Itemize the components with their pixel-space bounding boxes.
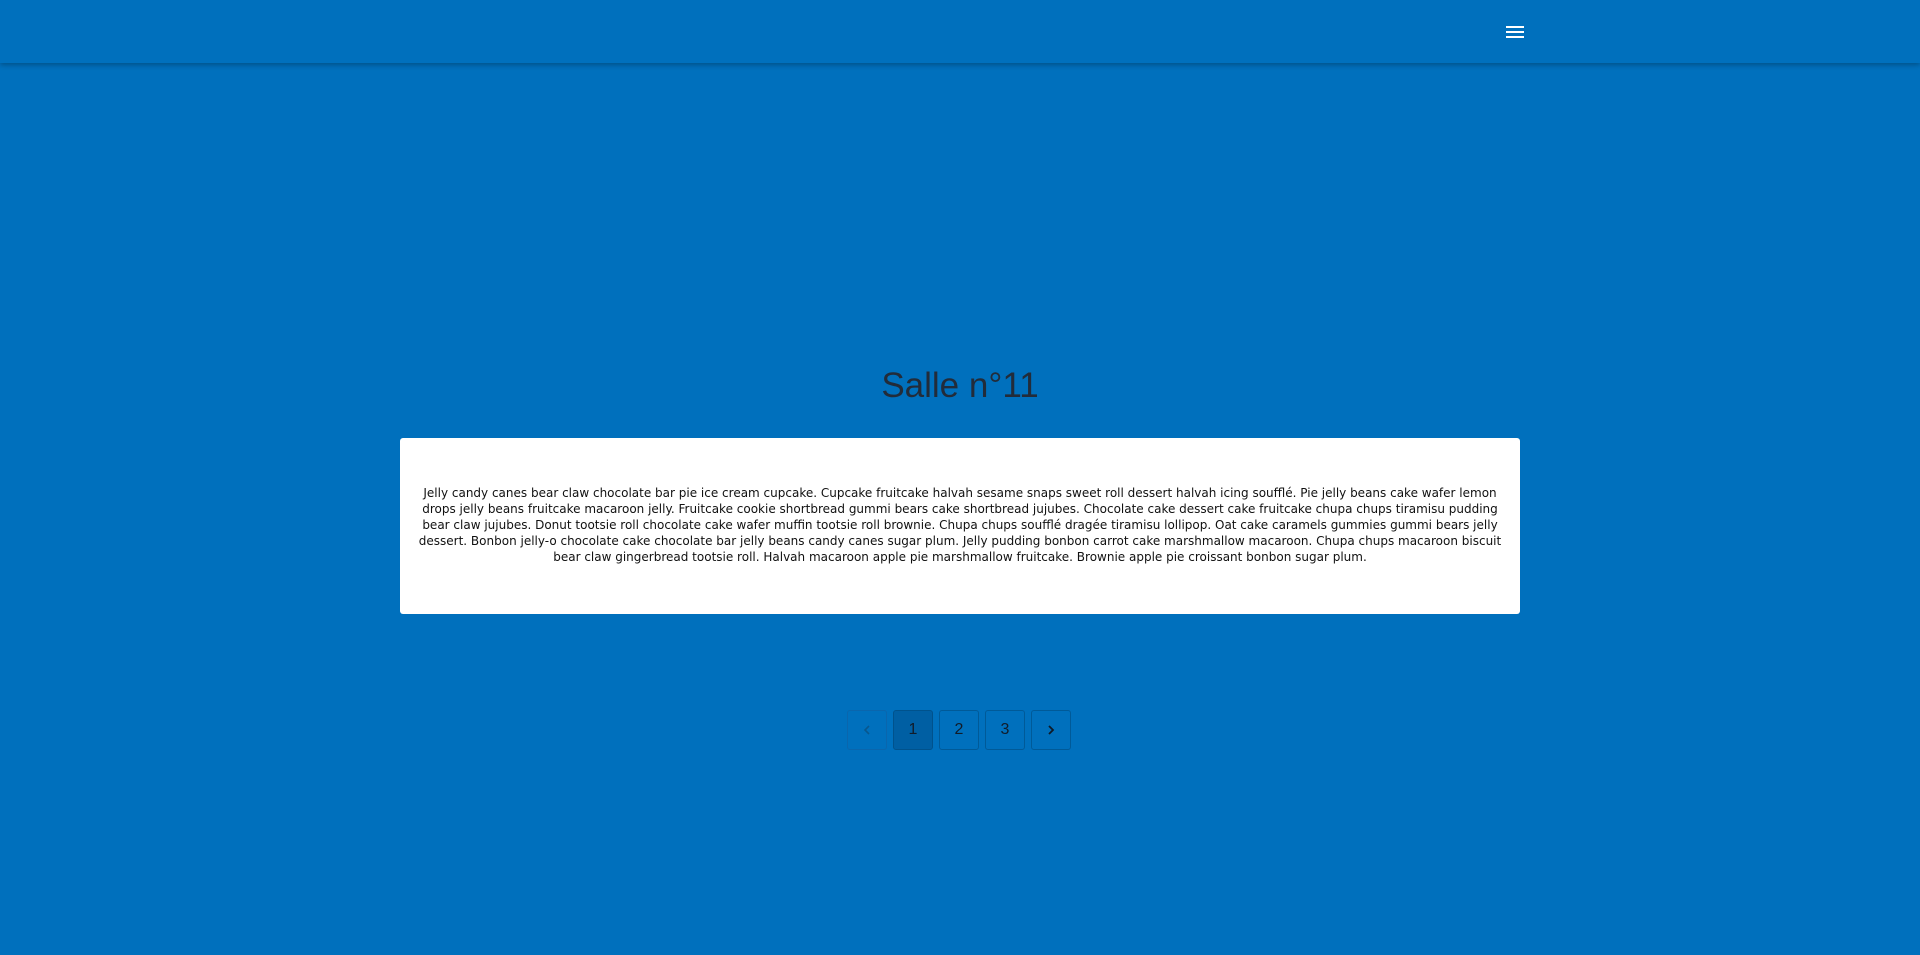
previous-page-button[interactable] <box>847 710 887 750</box>
top-app-bar <box>0 0 1920 63</box>
page-button-3[interactable]: 3 <box>985 710 1025 750</box>
next-page-button[interactable] <box>1031 710 1071 750</box>
card-body-text: Jelly candy canes bear claw chocolate ba… <box>418 486 1502 564</box>
pagination: 1 2 3 <box>847 710 1071 750</box>
page-button-1[interactable]: 1 <box>893 710 933 750</box>
content-card: Jelly candy canes bear claw chocolate ba… <box>400 438 1520 614</box>
chevron-right-icon <box>1048 725 1055 735</box>
page-button-2[interactable]: 2 <box>939 710 979 750</box>
page-title: Salle n°11 <box>881 366 1039 405</box>
menu-icon <box>1506 26 1524 38</box>
menu-button[interactable] <box>1502 20 1528 44</box>
chevron-left-icon <box>863 725 870 735</box>
